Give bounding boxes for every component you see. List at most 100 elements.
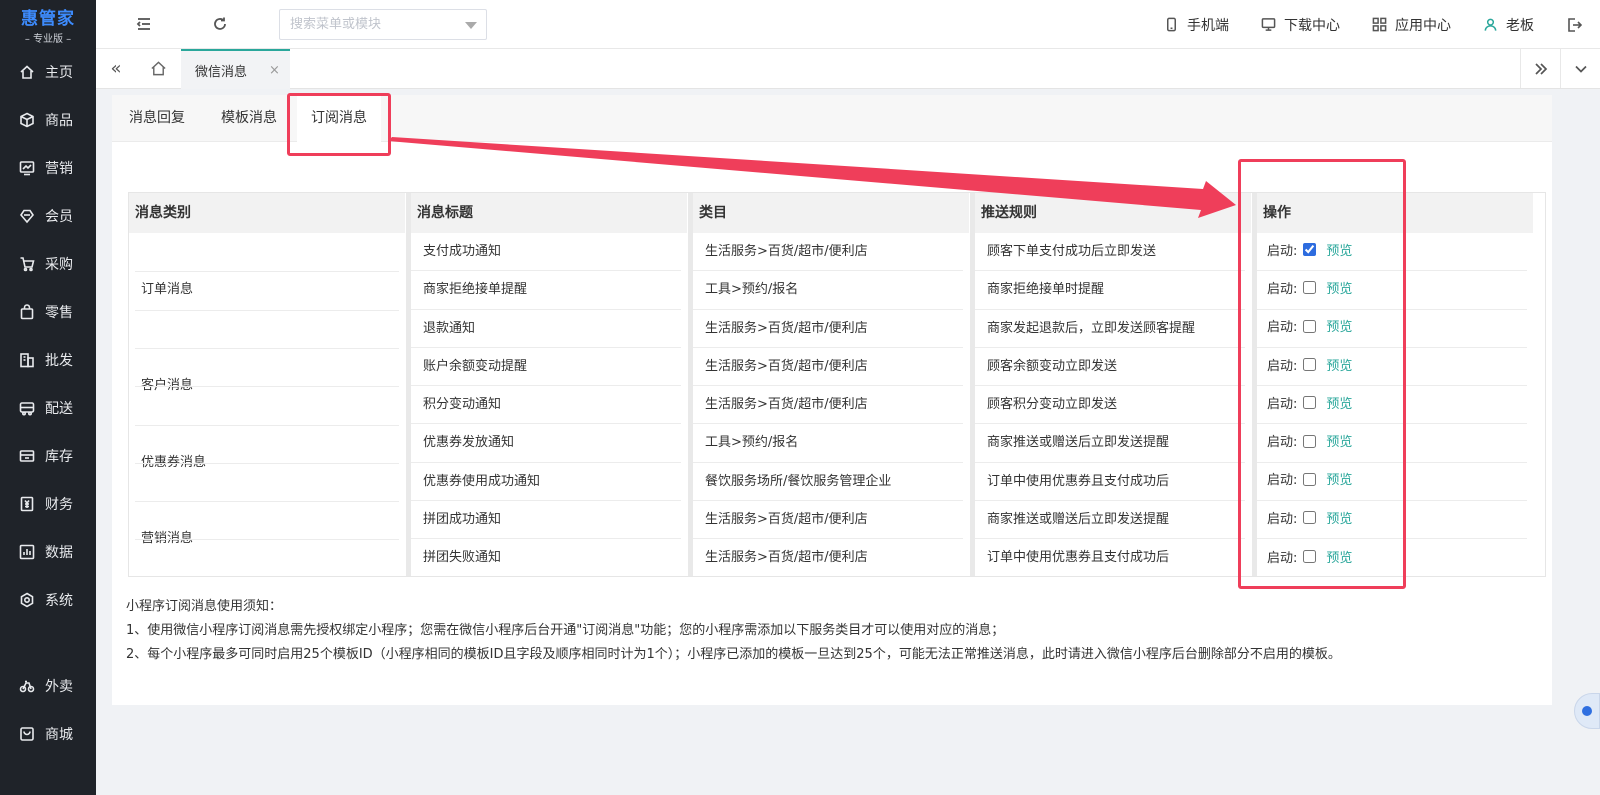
mobile-label: 手机端 — [1187, 17, 1229, 34]
diamond-icon — [18, 207, 36, 225]
sidebar-item-truck[interactable]: 配送 — [0, 384, 96, 432]
assistant-float-button[interactable] — [1574, 693, 1600, 729]
assistant-icon — [1582, 706, 1592, 716]
mobile-link[interactable]: 手机端 — [1164, 15, 1229, 35]
operation-cell: 启动: 预览 — [1257, 310, 1527, 348]
preview-link[interactable]: 预览 — [1326, 233, 1352, 271]
enable-checkbox[interactable] — [1303, 358, 1317, 372]
column-class: 类目 生活服务>百货/超市/便利店 工具>预约/报名 生活服务>百货/超市/便利店 生活… — [693, 193, 969, 576]
enable-checkbox[interactable] — [1303, 550, 1317, 564]
sidebar-item-label: 零售 — [45, 305, 73, 321]
table-header: 类目 — [693, 193, 969, 233]
enable-checkbox[interactable] — [1303, 243, 1317, 257]
enable-label: 启动: — [1267, 320, 1298, 336]
preview-link[interactable]: 预览 — [1326, 348, 1352, 386]
sidebar-item-bike[interactable]: 外卖 — [0, 662, 96, 710]
message-title-cell: 积分变动通知 — [411, 386, 681, 425]
table-header: 推送规则 — [975, 193, 1251, 233]
user-menu[interactable]: 老板 — [1483, 15, 1534, 35]
column-category: 消息类别 订单消息 客户消息 优惠券消息 营销消息 — [129, 193, 405, 576]
tab-message-reply[interactable]: 消息回复 — [129, 95, 185, 142]
user-name: 老板 — [1506, 17, 1534, 34]
sidebar-item-building[interactable]: 批发 — [0, 336, 96, 384]
chevron-down-icon[interactable] — [465, 22, 477, 29]
menu-toggle-icon[interactable] — [132, 12, 156, 36]
close-icon[interactable]: × — [269, 63, 280, 78]
home-tab-icon[interactable] — [136, 49, 180, 88]
enable-label: 启动: — [1267, 473, 1298, 489]
main-panel: 消息回复 模板消息 订阅消息 消息类别 订单消息 客户消息 优惠券消息 营销消息 消息标… — [112, 95, 1552, 705]
message-title-cell: 支付成功通知 — [411, 233, 681, 272]
service-category-cell: 餐饮服务场所/餐饮服务管理企业 — [693, 463, 963, 502]
push-rule-cell: 商家推送或赠送后立即发送提醒 — [975, 424, 1245, 463]
preview-link[interactable]: 预览 — [1326, 386, 1352, 424]
notes-title: 小程序订阅消息使用须知： — [126, 599, 283, 614]
sidebar-item-bag[interactable]: 零售 — [0, 288, 96, 336]
apps-label: 应用中心 — [1395, 17, 1451, 34]
preview-link[interactable]: 预览 — [1326, 540, 1352, 578]
scroll-right-icon[interactable] — [1520, 49, 1560, 88]
preview-link[interactable]: 预览 — [1326, 271, 1352, 309]
preview-link[interactable]: 预览 — [1326, 462, 1352, 500]
sidebar-item-store[interactable]: 商城 — [0, 710, 96, 758]
tab-template-message[interactable]: 模板消息 — [221, 95, 277, 142]
preview-link[interactable]: 预览 — [1326, 424, 1352, 462]
push-rule-cell: 订单中使用优惠券且支付成功后 — [975, 463, 1245, 502]
sidebar-item-label: 系统 — [45, 593, 73, 609]
service-category-cell: 工具>预约/报名 — [693, 424, 963, 463]
preview-link[interactable]: 预览 — [1326, 501, 1352, 539]
sidebar-item-label: 商品 — [45, 113, 73, 129]
sidebar-item-label: 数据 — [45, 545, 73, 561]
push-rule-cell: 商家推送或赠送后立即发送提醒 — [975, 501, 1245, 540]
app-center-link[interactable]: 应用中心 — [1372, 15, 1451, 35]
service-category-cell: 生活服务>百货/超市/便利店 — [693, 233, 963, 272]
sidebar-item-chart-monitor[interactable]: 营销 — [0, 144, 96, 192]
search-input[interactable] — [280, 10, 460, 39]
sidebar-item-home[interactable]: 主页 — [0, 48, 96, 96]
menu-search[interactable] — [279, 9, 487, 40]
operation-cell: 启动: 预览 — [1257, 424, 1527, 463]
sidebar-item-label: 批发 — [45, 353, 73, 369]
scroll-left-icon[interactable]: « — [96, 49, 136, 88]
operation-cell: 启动: 预览 — [1257, 539, 1527, 577]
push-rule-cell: 订单中使用优惠券且支付成功后 — [987, 550, 1170, 566]
tab-wechat-messages[interactable]: 微信消息 × — [181, 49, 290, 89]
preview-link[interactable]: 预览 — [1326, 309, 1352, 347]
refresh-icon[interactable] — [208, 12, 232, 36]
logo[interactable]: 惠管家 – 专业版 – — [0, 0, 96, 48]
sidebar-item-bar-chart[interactable]: 数据 — [0, 528, 96, 576]
column-rule: 推送规则 顾客下单支付成功后立即发送 商家拒绝接单时提醒 商家发起退款后，立即发送顾客… — [975, 193, 1251, 576]
sidebar-item-cart[interactable]: 采购 — [0, 240, 96, 288]
sidebar-item-label: 营销 — [45, 161, 73, 177]
enable-label: 启动: — [1267, 396, 1298, 412]
message-type-tabs: 消息回复 模板消息 订阅消息 — [112, 95, 1552, 142]
tab-subscribe-message[interactable]: 订阅消息 — [297, 95, 381, 142]
enable-checkbox[interactable] — [1303, 396, 1317, 410]
enable-label: 启动: — [1267, 281, 1298, 297]
enable-checkbox[interactable] — [1303, 472, 1317, 486]
sidebar-item-box[interactable]: 库存 — [0, 432, 96, 480]
download-center-link[interactable]: 下载中心 — [1261, 15, 1340, 35]
column-operation: 操作 启动: 预览 启动: 预览 启动: 预览 启动: 预览 启动: 预览 启动: 预览 启动: 预览 启动:… — [1257, 193, 1533, 576]
enable-checkbox[interactable] — [1303, 434, 1317, 448]
sidebar: 惠管家 – 专业版 – 主页 商品 营销 会员 采购 零售 批发 配送 库存 财务 数据 系统 外卖商… — [0, 0, 96, 795]
push-rule-cell: 商家发起退款后，立即发送顾客提醒 — [975, 310, 1245, 348]
service-category-cell: 工具>预约/报名 — [693, 271, 963, 310]
sidebar-nav: 主页商品营销会员 采购零售批发配送库存 财务数据系统 — [0, 48, 96, 624]
sidebar-item-diamond[interactable]: 会员 — [0, 192, 96, 240]
apps-grid-icon — [1372, 17, 1387, 32]
sidebar-item-label: 外卖 — [45, 679, 73, 695]
logout-icon[interactable] — [1566, 17, 1586, 33]
enable-checkbox[interactable] — [1303, 281, 1317, 295]
enable-checkbox[interactable] — [1303, 319, 1317, 333]
logo-subtitle: – 专业版 – — [24, 33, 72, 45]
subscribe-message-table: 消息类别 订单消息 客户消息 优惠券消息 营销消息 消息标题 支付成功通知 商家拒绝接单提醒… — [128, 192, 1546, 577]
sidebar-item-label: 配送 — [45, 401, 73, 417]
tab-menu-chevron-icon[interactable] — [1560, 49, 1600, 88]
sidebar-item-settings[interactable]: 系统 — [0, 576, 96, 624]
logo-title: 惠管家 — [21, 8, 75, 29]
enable-checkbox[interactable] — [1303, 511, 1317, 525]
sidebar-item-money[interactable]: 财务 — [0, 480, 96, 528]
bar-chart-icon — [18, 543, 36, 561]
sidebar-item-cube[interactable]: 商品 — [0, 96, 96, 144]
